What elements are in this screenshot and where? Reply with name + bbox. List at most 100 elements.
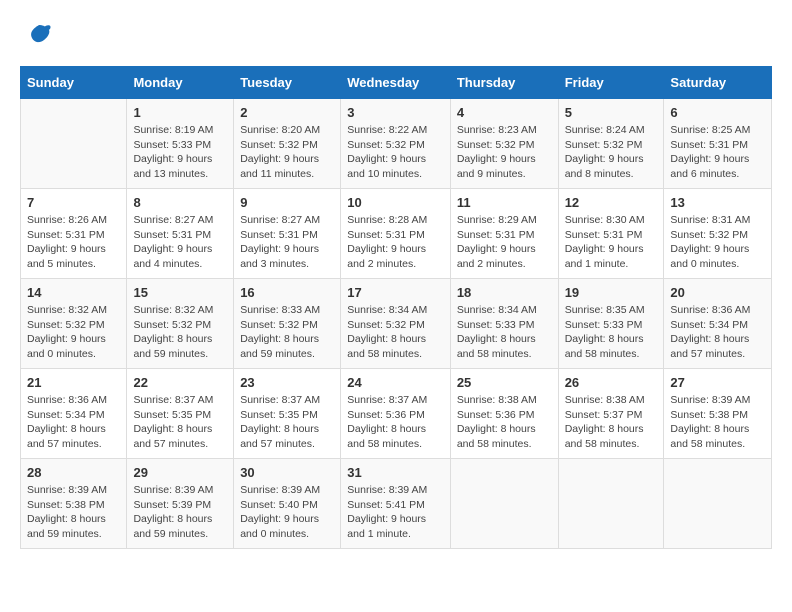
day-info: Sunrise: 8:28 AMSunset: 5:31 PMDaylight:… xyxy=(347,213,444,272)
day-cell: 28 Sunrise: 8:39 AMSunset: 5:38 PMDaylig… xyxy=(21,459,127,549)
day-number: 5 xyxy=(565,105,658,120)
day-number: 2 xyxy=(240,105,334,120)
day-cell: 31 Sunrise: 8:39 AMSunset: 5:41 PMDaylig… xyxy=(341,459,451,549)
header-row: SundayMondayTuesdayWednesdayThursdayFrid… xyxy=(21,67,772,99)
day-number: 31 xyxy=(347,465,444,480)
day-number: 21 xyxy=(27,375,120,390)
day-cell xyxy=(558,459,664,549)
day-number: 7 xyxy=(27,195,120,210)
day-info: Sunrise: 8:39 AMSunset: 5:38 PMDaylight:… xyxy=(27,483,120,542)
day-info: Sunrise: 8:26 AMSunset: 5:31 PMDaylight:… xyxy=(27,213,120,272)
day-info: Sunrise: 8:29 AMSunset: 5:31 PMDaylight:… xyxy=(457,213,552,272)
day-number: 3 xyxy=(347,105,444,120)
day-info: Sunrise: 8:22 AMSunset: 5:32 PMDaylight:… xyxy=(347,123,444,182)
page-header xyxy=(20,20,772,56)
day-number: 16 xyxy=(240,285,334,300)
day-info: Sunrise: 8:39 AMSunset: 5:38 PMDaylight:… xyxy=(670,393,765,452)
day-cell: 22 Sunrise: 8:37 AMSunset: 5:35 PMDaylig… xyxy=(127,369,234,459)
day-cell: 26 Sunrise: 8:38 AMSunset: 5:37 PMDaylig… xyxy=(558,369,664,459)
header-cell-tuesday: Tuesday xyxy=(234,67,341,99)
day-info: Sunrise: 8:32 AMSunset: 5:32 PMDaylight:… xyxy=(133,303,227,362)
day-number: 27 xyxy=(670,375,765,390)
day-cell: 8 Sunrise: 8:27 AMSunset: 5:31 PMDayligh… xyxy=(127,189,234,279)
day-number: 25 xyxy=(457,375,552,390)
day-cell: 16 Sunrise: 8:33 AMSunset: 5:32 PMDaylig… xyxy=(234,279,341,369)
day-number: 26 xyxy=(565,375,658,390)
day-number: 13 xyxy=(670,195,765,210)
day-info: Sunrise: 8:19 AMSunset: 5:33 PMDaylight:… xyxy=(133,123,227,182)
day-cell xyxy=(664,459,772,549)
header-cell-monday: Monday xyxy=(127,67,234,99)
day-cell: 18 Sunrise: 8:34 AMSunset: 5:33 PMDaylig… xyxy=(450,279,558,369)
day-info: Sunrise: 8:20 AMSunset: 5:32 PMDaylight:… xyxy=(240,123,334,182)
week-row-3: 14 Sunrise: 8:32 AMSunset: 5:32 PMDaylig… xyxy=(21,279,772,369)
day-cell: 1 Sunrise: 8:19 AMSunset: 5:33 PMDayligh… xyxy=(127,99,234,189)
week-row-4: 21 Sunrise: 8:36 AMSunset: 5:34 PMDaylig… xyxy=(21,369,772,459)
day-number: 8 xyxy=(133,195,227,210)
day-cell: 20 Sunrise: 8:36 AMSunset: 5:34 PMDaylig… xyxy=(664,279,772,369)
day-number: 24 xyxy=(347,375,444,390)
day-cell: 29 Sunrise: 8:39 AMSunset: 5:39 PMDaylig… xyxy=(127,459,234,549)
day-number: 17 xyxy=(347,285,444,300)
day-cell xyxy=(450,459,558,549)
day-number: 23 xyxy=(240,375,334,390)
header-cell-friday: Friday xyxy=(558,67,664,99)
day-number: 14 xyxy=(27,285,120,300)
day-number: 6 xyxy=(670,105,765,120)
day-cell: 5 Sunrise: 8:24 AMSunset: 5:32 PMDayligh… xyxy=(558,99,664,189)
day-cell xyxy=(21,99,127,189)
day-info: Sunrise: 8:38 AMSunset: 5:37 PMDaylight:… xyxy=(565,393,658,452)
day-number: 18 xyxy=(457,285,552,300)
header-cell-wednesday: Wednesday xyxy=(341,67,451,99)
day-cell: 3 Sunrise: 8:22 AMSunset: 5:32 PMDayligh… xyxy=(341,99,451,189)
day-cell: 12 Sunrise: 8:30 AMSunset: 5:31 PMDaylig… xyxy=(558,189,664,279)
header-cell-saturday: Saturday xyxy=(664,67,772,99)
day-cell: 23 Sunrise: 8:37 AMSunset: 5:35 PMDaylig… xyxy=(234,369,341,459)
day-number: 12 xyxy=(565,195,658,210)
day-info: Sunrise: 8:36 AMSunset: 5:34 PMDaylight:… xyxy=(27,393,120,452)
day-cell: 11 Sunrise: 8:29 AMSunset: 5:31 PMDaylig… xyxy=(450,189,558,279)
day-cell: 17 Sunrise: 8:34 AMSunset: 5:32 PMDaylig… xyxy=(341,279,451,369)
calendar-header: SundayMondayTuesdayWednesdayThursdayFrid… xyxy=(21,67,772,99)
day-info: Sunrise: 8:31 AMSunset: 5:32 PMDaylight:… xyxy=(670,213,765,272)
day-cell: 14 Sunrise: 8:32 AMSunset: 5:32 PMDaylig… xyxy=(21,279,127,369)
day-info: Sunrise: 8:33 AMSunset: 5:32 PMDaylight:… xyxy=(240,303,334,362)
day-info: Sunrise: 8:38 AMSunset: 5:36 PMDaylight:… xyxy=(457,393,552,452)
day-info: Sunrise: 8:39 AMSunset: 5:41 PMDaylight:… xyxy=(347,483,444,542)
day-cell: 27 Sunrise: 8:39 AMSunset: 5:38 PMDaylig… xyxy=(664,369,772,459)
day-number: 15 xyxy=(133,285,227,300)
day-cell: 25 Sunrise: 8:38 AMSunset: 5:36 PMDaylig… xyxy=(450,369,558,459)
day-info: Sunrise: 8:34 AMSunset: 5:33 PMDaylight:… xyxy=(457,303,552,362)
day-info: Sunrise: 8:35 AMSunset: 5:33 PMDaylight:… xyxy=(565,303,658,362)
day-cell: 13 Sunrise: 8:31 AMSunset: 5:32 PMDaylig… xyxy=(664,189,772,279)
day-info: Sunrise: 8:37 AMSunset: 5:35 PMDaylight:… xyxy=(240,393,334,452)
logo xyxy=(20,20,54,56)
day-info: Sunrise: 8:39 AMSunset: 5:40 PMDaylight:… xyxy=(240,483,334,542)
calendar-table: SundayMondayTuesdayWednesdayThursdayFrid… xyxy=(20,66,772,549)
day-info: Sunrise: 8:23 AMSunset: 5:32 PMDaylight:… xyxy=(457,123,552,182)
day-info: Sunrise: 8:34 AMSunset: 5:32 PMDaylight:… xyxy=(347,303,444,362)
day-cell: 2 Sunrise: 8:20 AMSunset: 5:32 PMDayligh… xyxy=(234,99,341,189)
day-info: Sunrise: 8:36 AMSunset: 5:34 PMDaylight:… xyxy=(670,303,765,362)
day-info: Sunrise: 8:27 AMSunset: 5:31 PMDaylight:… xyxy=(240,213,334,272)
day-number: 19 xyxy=(565,285,658,300)
day-info: Sunrise: 8:39 AMSunset: 5:39 PMDaylight:… xyxy=(133,483,227,542)
day-info: Sunrise: 8:24 AMSunset: 5:32 PMDaylight:… xyxy=(565,123,658,182)
logo-bird-icon xyxy=(24,20,54,56)
day-number: 1 xyxy=(133,105,227,120)
day-cell: 4 Sunrise: 8:23 AMSunset: 5:32 PMDayligh… xyxy=(450,99,558,189)
day-cell: 6 Sunrise: 8:25 AMSunset: 5:31 PMDayligh… xyxy=(664,99,772,189)
day-number: 22 xyxy=(133,375,227,390)
day-cell: 24 Sunrise: 8:37 AMSunset: 5:36 PMDaylig… xyxy=(341,369,451,459)
week-row-1: 1 Sunrise: 8:19 AMSunset: 5:33 PMDayligh… xyxy=(21,99,772,189)
day-number: 30 xyxy=(240,465,334,480)
header-cell-sunday: Sunday xyxy=(21,67,127,99)
day-number: 29 xyxy=(133,465,227,480)
day-info: Sunrise: 8:25 AMSunset: 5:31 PMDaylight:… xyxy=(670,123,765,182)
day-cell: 9 Sunrise: 8:27 AMSunset: 5:31 PMDayligh… xyxy=(234,189,341,279)
day-info: Sunrise: 8:27 AMSunset: 5:31 PMDaylight:… xyxy=(133,213,227,272)
day-number: 4 xyxy=(457,105,552,120)
header-cell-thursday: Thursday xyxy=(450,67,558,99)
day-number: 20 xyxy=(670,285,765,300)
day-cell: 15 Sunrise: 8:32 AMSunset: 5:32 PMDaylig… xyxy=(127,279,234,369)
